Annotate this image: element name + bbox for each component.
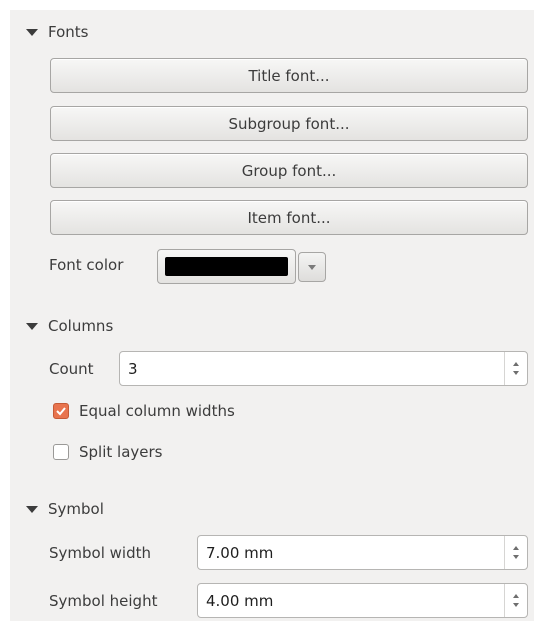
symbol-width-value[interactable]: 7.00 mm bbox=[198, 544, 504, 562]
checkmark-icon bbox=[56, 407, 66, 416]
collapse-triangle-icon bbox=[26, 322, 38, 330]
symbol-width-spin-arrows[interactable] bbox=[504, 536, 527, 569]
split-layers-checkbox-row[interactable]: Split layers bbox=[53, 443, 162, 461]
symbol-section-title: Symbol bbox=[48, 500, 104, 518]
font-color-label: Font color bbox=[49, 256, 124, 274]
count-spinbox[interactable]: 3 bbox=[119, 351, 528, 386]
fonts-section-toggle[interactable]: Fonts bbox=[26, 23, 88, 41]
symbol-height-spinbox[interactable]: 4.00 mm bbox=[197, 583, 528, 618]
spin-up-icon[interactable] bbox=[513, 546, 519, 550]
symbol-section-toggle[interactable]: Symbol bbox=[26, 500, 104, 518]
spin-up-icon[interactable] bbox=[513, 362, 519, 366]
spin-up-icon[interactable] bbox=[513, 594, 519, 598]
columns-section-title: Columns bbox=[48, 317, 114, 335]
font-color-swatch bbox=[165, 257, 288, 276]
split-layers-checkbox[interactable] bbox=[53, 444, 69, 460]
symbol-width-label: Symbol width bbox=[49, 544, 151, 562]
fonts-section-title: Fonts bbox=[48, 23, 89, 41]
collapse-triangle-icon bbox=[26, 505, 38, 513]
collapse-triangle-icon bbox=[26, 28, 38, 36]
subgroup-font-button[interactable]: Subgroup font... bbox=[50, 106, 528, 141]
font-color-button[interactable] bbox=[157, 249, 296, 284]
equal-column-widths-checkbox-row[interactable]: Equal column widths bbox=[53, 402, 235, 420]
count-label: Count bbox=[49, 360, 94, 378]
equal-column-widths-label: Equal column widths bbox=[79, 402, 235, 420]
count-value[interactable]: 3 bbox=[120, 360, 504, 378]
symbol-width-spinbox[interactable]: 7.00 mm bbox=[197, 535, 528, 570]
symbol-height-value[interactable]: 4.00 mm bbox=[198, 592, 504, 610]
legend-properties-panel: Fonts Title font... Subgroup font... Gro… bbox=[10, 10, 534, 621]
columns-section-toggle[interactable]: Columns bbox=[26, 317, 113, 335]
spin-down-icon[interactable] bbox=[513, 555, 519, 559]
symbol-height-spin-arrows[interactable] bbox=[504, 584, 527, 617]
spin-down-icon[interactable] bbox=[513, 371, 519, 375]
chevron-down-icon bbox=[308, 264, 316, 270]
symbol-height-label: Symbol height bbox=[49, 592, 158, 610]
equal-column-widths-checkbox[interactable] bbox=[53, 403, 69, 419]
title-font-button[interactable]: Title font... bbox=[50, 58, 528, 93]
count-spin-arrows[interactable] bbox=[504, 352, 527, 385]
spin-down-icon[interactable] bbox=[513, 603, 519, 607]
item-font-button[interactable]: Item font... bbox=[50, 200, 528, 235]
split-layers-label: Split layers bbox=[79, 443, 163, 461]
group-font-button[interactable]: Group font... bbox=[50, 153, 528, 188]
font-color-dropdown-button[interactable] bbox=[298, 252, 326, 282]
